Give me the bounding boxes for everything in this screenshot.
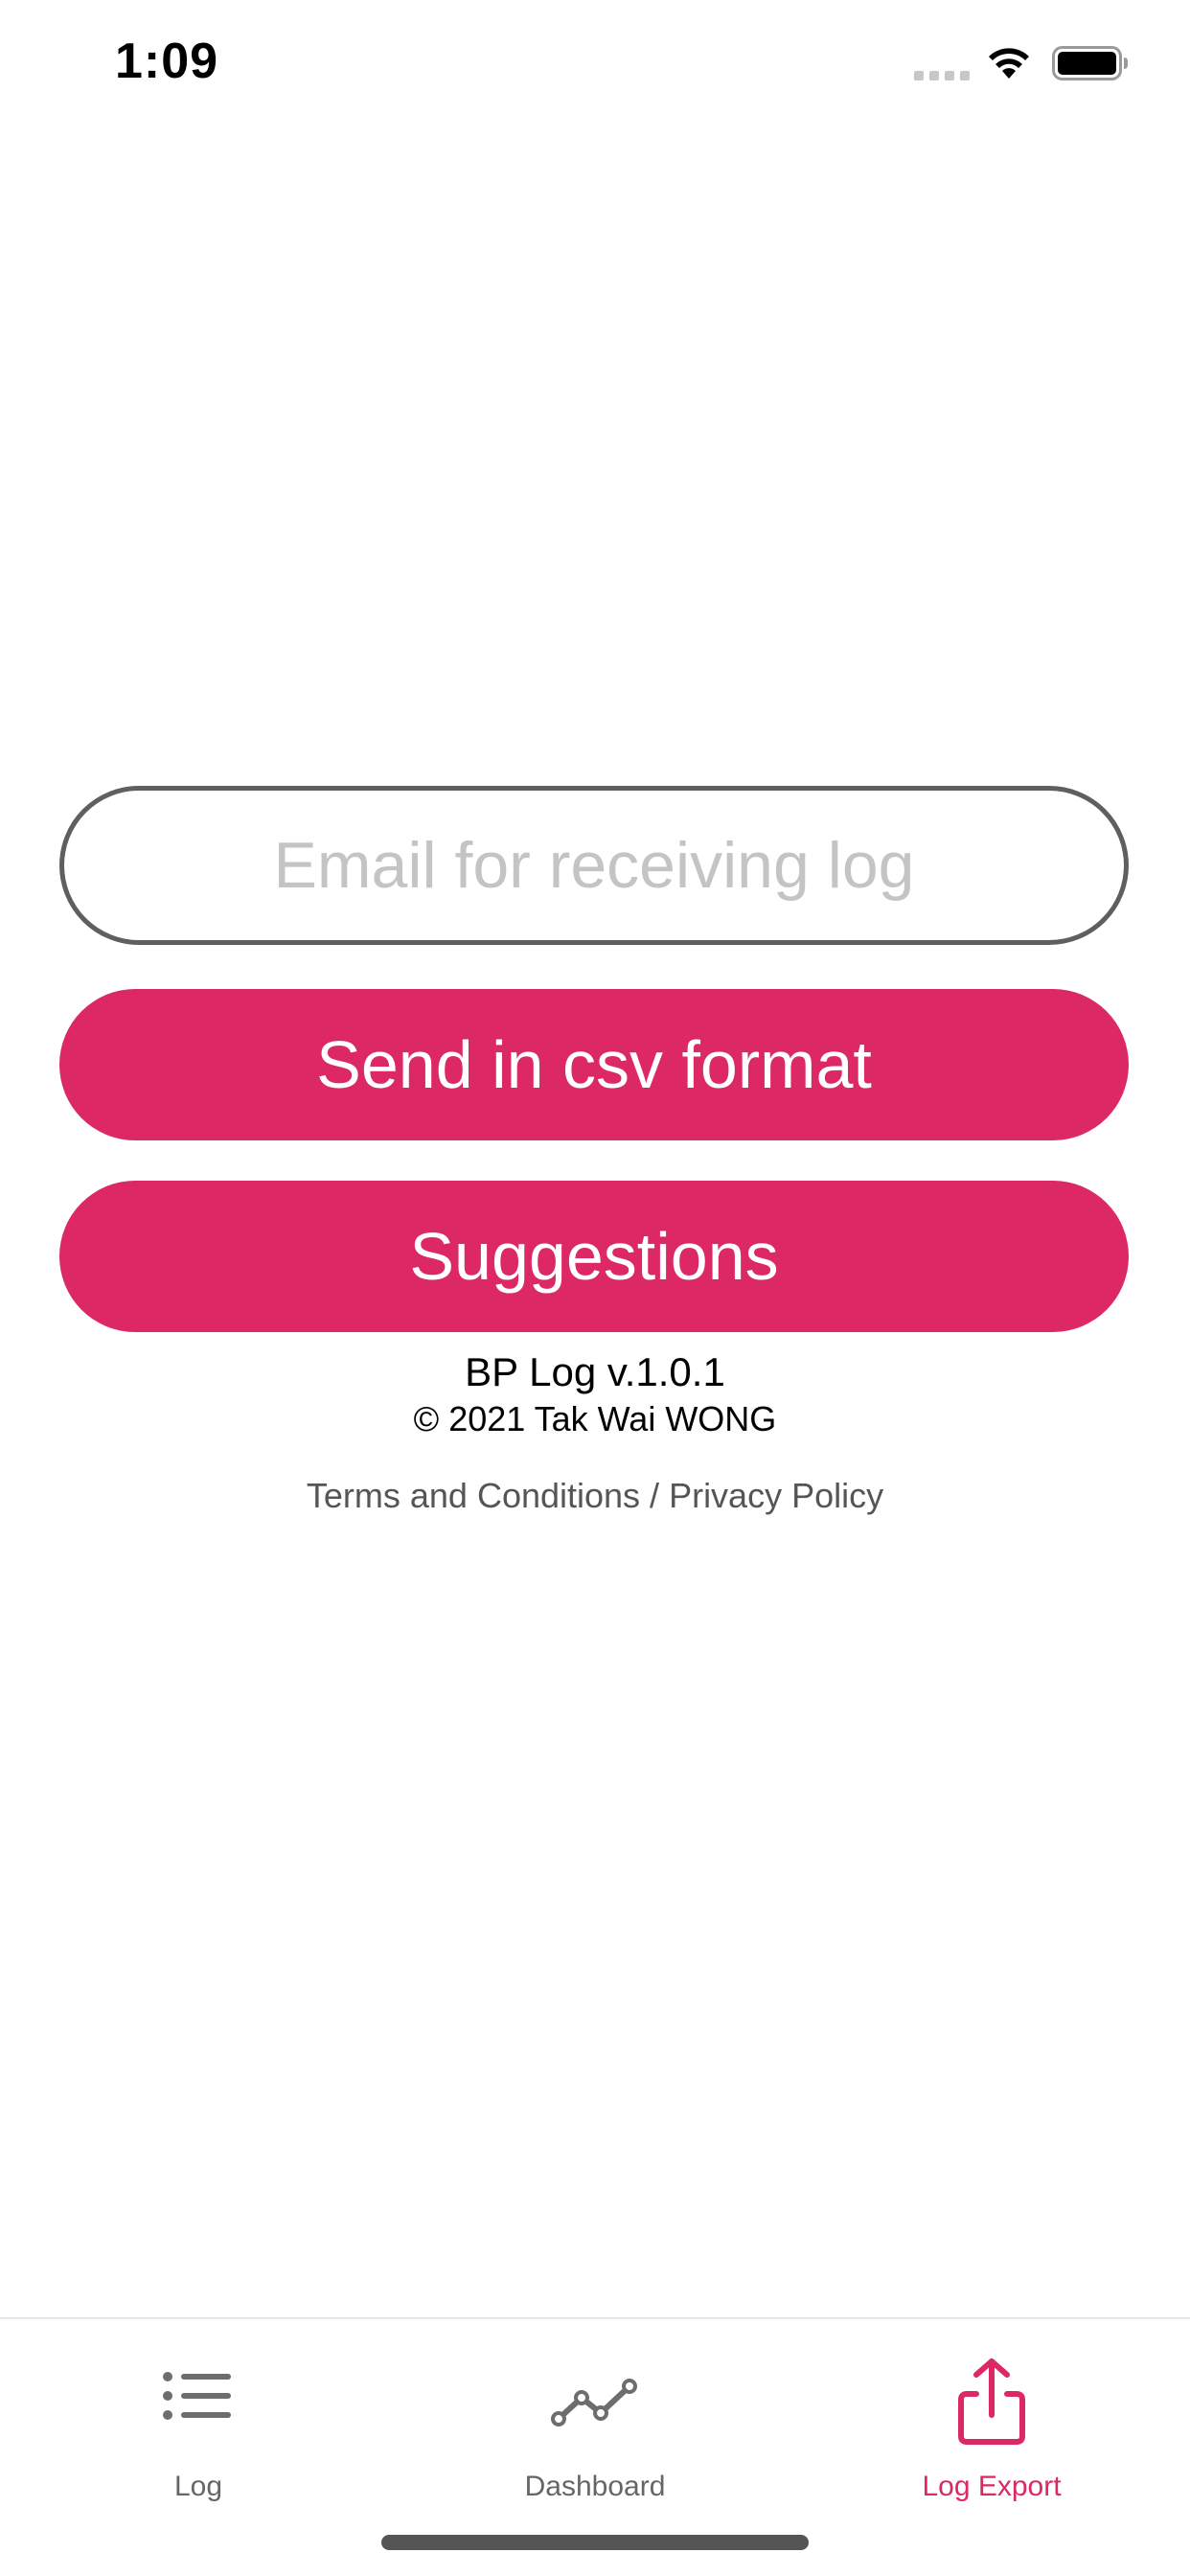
signal-icon: [914, 71, 970, 80]
battery-icon: [1052, 46, 1128, 80]
tab-log-export[interactable]: Log Export: [793, 2319, 1190, 2511]
email-input[interactable]: [59, 786, 1129, 945]
send-csv-button[interactable]: Send in csv format: [59, 989, 1129, 1140]
legal-separator: /: [640, 1476, 670, 1515]
status-time: 1:09: [115, 34, 219, 89]
suggestions-button[interactable]: Suggestions: [59, 1181, 1129, 1332]
tab-label-log: Log: [173, 2471, 223, 2502]
tab-log[interactable]: Log: [0, 2319, 397, 2511]
home-indicator: [381, 2535, 809, 2550]
tab-dashboard[interactable]: Dashboard: [397, 2319, 793, 2511]
share-icon: [958, 2358, 1025, 2445]
tab-label-log-export: Log Export: [922, 2471, 1062, 2502]
terms-link[interactable]: Terms and Conditions: [307, 1476, 640, 1515]
copyright-text: © 2021 Tak Wai WONG: [413, 1399, 777, 1438]
privacy-link[interactable]: Privacy Policy: [669, 1476, 883, 1515]
wifi-icon: [989, 48, 1029, 79]
legal-links: Terms and Conditions / Privacy Policy: [0, 1476, 1190, 1516]
list-icon: [163, 2372, 231, 2420]
app-version: BP Log v.1.0.1: [465, 1349, 725, 1394]
tab-label-dashboard: Dashboard: [524, 2471, 666, 2502]
status-bar: 1:09: [0, 0, 1190, 134]
log-export-screen: 1:09 Send in csv format Suggestions BP L…: [0, 0, 1190, 2576]
line-chart-icon: [551, 2379, 637, 2426]
